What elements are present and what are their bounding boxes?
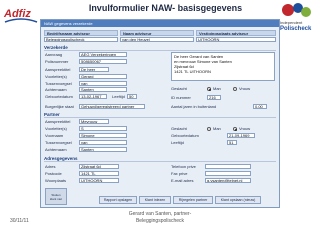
radio-man[interactable] xyxy=(207,87,211,91)
aanspreektitel-select[interactable]: De heer xyxy=(79,67,109,72)
partner-radio-vrouw[interactable] xyxy=(233,127,237,131)
voorletters-field[interactable]: Gerard xyxy=(79,74,127,79)
label-partner-geslacht: Geslacht xyxy=(171,126,187,131)
adres-field[interactable]: Zijstraat 6d xyxy=(79,164,119,169)
application-window: NAW gegevens verzekerde Bedrijfsnaam adv… xyxy=(40,19,280,208)
label-partner-achternaam: Achternaam xyxy=(45,147,67,152)
footer-caption: Gerard van Santen, partner- Beleggingspo… xyxy=(116,211,204,225)
divider xyxy=(44,50,276,51)
partner-aanspreektitel-select[interactable]: Mevrouw xyxy=(79,119,109,124)
label-voorletters: Voorletter(s) xyxy=(45,74,67,79)
footer-line: Beleggingspolischeck xyxy=(135,218,185,224)
polisnummer-field[interactable]: 508650067 xyxy=(79,59,127,64)
vestigingsplaats-field[interactable]: UITHOORN xyxy=(196,37,276,42)
label-geslacht: Geslacht xyxy=(171,86,187,91)
partner-tussenvoegsel-field[interactable]: van xyxy=(79,140,127,145)
radio-man-label: Man xyxy=(213,86,221,91)
label-polisnummer: Polisnummer xyxy=(45,59,69,64)
klant-inlezen-button[interactable]: Klant inlezen xyxy=(139,196,171,204)
rapport-opslaan-button[interactable]: Rapport opslagen xyxy=(99,196,137,204)
partner-radio-man[interactable] xyxy=(207,127,211,131)
aanvraag-field[interactable]: AEG Verzekeringen xyxy=(79,52,127,57)
bedrijfsnaam-field[interactable]: Beleggingspolischeck xyxy=(44,37,118,42)
partner-radio-man-label: Man xyxy=(213,126,221,131)
achternaam-field[interactable]: Santen xyxy=(79,87,127,92)
polischeck-logo: Independent Polischeck xyxy=(279,0,317,32)
partner-voorletters-field[interactable]: S xyxy=(79,126,127,131)
label-partner-voornaam: Voornaam xyxy=(45,133,64,138)
leeftijd-field[interactable]: 50 xyxy=(127,94,137,99)
partner-geboortedatum-field[interactable]: 21-09-1969 xyxy=(227,133,255,138)
tussenvoegsel-field[interactable]: van xyxy=(79,81,127,86)
footer-date: 30/11/11 xyxy=(10,218,29,224)
label-id-nummer: ID nummer xyxy=(171,95,191,100)
summary-box: De heer Gerard van Santen en mevrouw Sim… xyxy=(171,52,275,81)
label-burgerlijke-staat: Burgerlijke staat xyxy=(45,104,74,109)
klant-opslaan-button[interactable]: Klant opslaan (nieuw) xyxy=(215,196,261,204)
label-postcode: Postcode xyxy=(45,171,62,176)
aantal-jaren-field[interactable]: 0,00 xyxy=(253,104,267,109)
email-field[interactable]: g.vsanten@telnet.nl xyxy=(205,178,251,183)
svg-text:Polischeck: Polischeck xyxy=(280,26,312,32)
label-partner-geboortedatum: Geboortedatum xyxy=(171,133,199,138)
label-tussenvoegsel: Tussenvoegsel xyxy=(45,81,72,86)
adfiz-logo: Adfiz xyxy=(3,2,39,28)
rijregelen-partner-button[interactable]: Rijregelen partner xyxy=(173,196,213,204)
divider xyxy=(44,117,276,118)
label-partner-voorletters: Voorletter(s) xyxy=(45,126,67,131)
label-adres: Adres xyxy=(45,164,56,169)
summary-line: 1421 TL UITHOORN xyxy=(174,69,211,74)
divider xyxy=(44,161,276,162)
label-fax: Fax prive xyxy=(171,171,188,176)
label-aanspreektitel: Aanspreektitel xyxy=(45,67,71,72)
footer-line: Gerard van Santen, partner- xyxy=(128,211,192,217)
radio-vrouw[interactable] xyxy=(233,87,237,91)
postcode-field[interactable]: 1421 TL xyxy=(79,171,119,176)
photo-placeholder: Sluiten klant niet xyxy=(45,188,67,205)
svg-text:Adfiz: Adfiz xyxy=(3,8,31,20)
radio-vrouw-label: Vrouw xyxy=(239,86,251,91)
id-nummer-field[interactable]: 216 xyxy=(207,95,221,100)
telefoon-field[interactable] xyxy=(205,164,251,169)
geboortedatum-field[interactable]: 13-02-1967 xyxy=(79,94,107,99)
partner-leeftijd-field[interactable]: 51 xyxy=(227,140,237,145)
partner-achternaam-field[interactable]: Santen xyxy=(79,147,127,152)
svg-text:Independent: Independent xyxy=(280,20,303,25)
header-naam-adviseur: Naam adviseur xyxy=(120,30,194,36)
label-telefoon: Telefoon prive xyxy=(171,164,196,169)
partner-radio-vrouw-label: Vrouw xyxy=(239,126,251,131)
partner-voornaam-field[interactable]: Simone xyxy=(79,133,127,138)
label-woonplaats: Woonplaats xyxy=(45,178,67,183)
label-geboortedatum: Geboortedatum xyxy=(45,94,73,99)
naam-adviseur-field[interactable]: van den Heuvel xyxy=(120,37,194,42)
label-leeftijd: Leeftijd xyxy=(112,94,125,99)
label-aanvraag: Aanvraag xyxy=(45,52,63,57)
photo-caption-line: klant niet xyxy=(49,197,62,201)
label-partner-leeftijd: Leeftijd xyxy=(171,140,184,145)
header-vestigingsplaats: Vestigingsplaats adviseur xyxy=(196,30,276,36)
woonplaats-field[interactable]: UITHOORN xyxy=(79,178,119,183)
label-aantal-jaren: Aantal jaren in buitenland xyxy=(171,104,217,109)
label-partner-tussenvoegsel: Tussenvoegsel xyxy=(45,140,72,145)
label-partner-aanspreektitel: Aanspreektitel xyxy=(45,119,71,124)
slide-title: Invulformulier NAW- basisgegevens xyxy=(88,3,243,13)
label-achternaam: Achternaam xyxy=(45,87,67,92)
header-bedrijfsnaam: Bedrijfsnaam adviseur xyxy=(44,30,118,36)
burgerlijke-staat-select[interactable]: Gehuwd/geregistreerd partner xyxy=(79,104,145,109)
label-email: E-mail adres xyxy=(171,178,194,183)
fax-field[interactable] xyxy=(205,171,251,176)
window-title-bar: NAW gegevens verzekerde xyxy=(41,20,279,27)
